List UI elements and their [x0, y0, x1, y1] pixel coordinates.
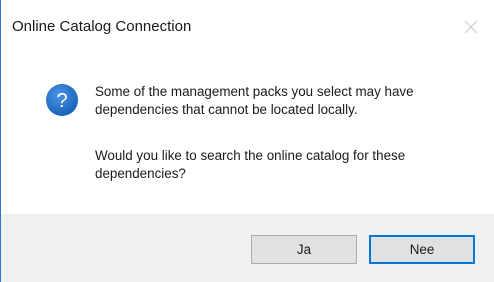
close-icon	[464, 20, 478, 34]
question-icon: ?	[45, 83, 79, 117]
yes-button[interactable]: Ja	[251, 235, 357, 264]
no-button[interactable]: Nee	[369, 235, 475, 264]
svg-text:?: ?	[56, 90, 67, 112]
close-button[interactable]	[448, 0, 494, 54]
message-text-question: Would you like to search the online cata…	[95, 148, 406, 181]
message-text-primary: Some of the management packs you select …	[95, 84, 414, 117]
window-title: Online Catalog Connection	[12, 18, 192, 35]
dialog-window: Online Catalog Connection ? Some of the …	[0, 0, 494, 282]
dialog-content: ? Some of the management packs you selec…	[1, 54, 494, 214]
button-bar: Ja Nee	[1, 214, 494, 282]
title-bar[interactable]: Online Catalog Connection	[1, 0, 494, 54]
